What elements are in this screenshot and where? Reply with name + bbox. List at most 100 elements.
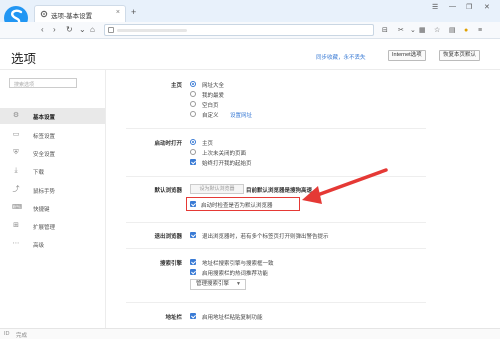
option-label: 我的最爱 bbox=[202, 93, 225, 99]
mouse-gesture-icon: ⤴ bbox=[12, 186, 20, 193]
sync-link[interactable]: 同步收藏，永不丢失 bbox=[316, 53, 366, 61]
forward-icon[interactable]: › bbox=[53, 25, 56, 35]
section-title-exit: 退出浏览器 bbox=[154, 234, 182, 240]
more-icon: ⋯ bbox=[12, 240, 20, 247]
sidebar-item-extensions[interactable]: ⊞ 扩展管理 bbox=[0, 218, 105, 234]
sidebar-item-label: 快捷键 bbox=[33, 207, 50, 213]
radio-startup-1[interactable] bbox=[190, 139, 196, 145]
checkbox-startup-page[interactable] bbox=[190, 159, 196, 165]
minimize-button[interactable]: — bbox=[449, 3, 456, 10]
checkbox-hot-words[interactable] bbox=[190, 269, 196, 275]
radio-homepage-2[interactable] bbox=[190, 91, 196, 97]
option-label: 网址大全 bbox=[202, 83, 225, 89]
option-label: 空白页 bbox=[202, 103, 219, 109]
menu-lines-icon[interactable]: ≡ bbox=[478, 26, 482, 35]
scissors-icon[interactable]: ✂ bbox=[398, 26, 404, 35]
section-title-startup: 启动时打开 bbox=[154, 141, 182, 147]
search-input[interactable]: 搜索选项 bbox=[9, 78, 77, 88]
address-bar[interactable] bbox=[104, 24, 374, 36]
page-header: 选项 同步收藏，永不丢失 Internet选项 恢复本页默认 bbox=[0, 40, 500, 70]
option-label: 地址栏搜索引擎与搜索框一致 bbox=[202, 261, 274, 267]
divider bbox=[126, 248, 426, 249]
checkbox-exit-warning[interactable] bbox=[190, 232, 196, 238]
radio-startup-2[interactable] bbox=[190, 149, 196, 155]
option-label: 上次未关闭的页面 bbox=[202, 151, 247, 157]
new-tab-button[interactable]: + bbox=[131, 7, 136, 17]
option-label: 始终打开我的起始页 bbox=[202, 161, 252, 167]
internet-options-button[interactable]: Internet选项 bbox=[388, 50, 426, 61]
gear-icon bbox=[40, 10, 48, 18]
sidebar-item-shortcuts[interactable]: ⌨ 快捷键 bbox=[0, 200, 105, 216]
navigation-bar: ‹ › ↻ ⌄ ⌂ ⊟ ✂ ⌄ ▦ ☆ ▤ ● ≡ bbox=[0, 22, 500, 39]
home-icon[interactable]: ⌂ bbox=[90, 25, 95, 35]
default-browser-note: 目前默认浏览器是搜狗高速 bbox=[246, 188, 313, 194]
option-label: 启用地址栏粘贴复制功能 bbox=[202, 315, 263, 321]
star-icon[interactable]: ☆ bbox=[434, 26, 440, 35]
menu-icon[interactable]: ☰ bbox=[432, 3, 438, 11]
gear-icon: ⚙ bbox=[12, 112, 20, 119]
sidebar-item-advanced[interactable]: ⋯ 高级 bbox=[0, 236, 105, 252]
divider bbox=[126, 128, 426, 129]
sidebar-item-label: 基本设置 bbox=[33, 115, 56, 121]
back-icon[interactable]: ‹ bbox=[41, 25, 44, 35]
grid-icon[interactable]: ▦ bbox=[419, 26, 426, 35]
chevron-down-icon[interactable]: ⌄ bbox=[410, 26, 416, 35]
dropdown-label: 管理搜索引擎 bbox=[196, 281, 230, 287]
keyboard-icon: ⌨ bbox=[12, 204, 23, 211]
lock-icon bbox=[108, 27, 114, 33]
option-label: 自定义 bbox=[202, 113, 219, 119]
sidebar-item-download[interactable]: ⤓ 下载 bbox=[0, 163, 105, 179]
title-bar: 选项-基本设置 × + ☰ — ❐ ✕ bbox=[0, 0, 500, 30]
address-text bbox=[117, 29, 187, 32]
checkbox-address-paste[interactable] bbox=[190, 313, 196, 319]
sidebar-item-label: 鼠标手势 bbox=[33, 189, 56, 195]
sidebar-item-label: 下载 bbox=[33, 170, 45, 176]
sidebar-item-label: 安全设置 bbox=[33, 152, 56, 158]
maximize-button[interactable]: ❐ bbox=[466, 3, 472, 11]
settings-content: 主页 网址大全 我的最爱 空白页 自定义 设置网址 启动时打开 主页 上次未关闭… bbox=[106, 70, 500, 328]
restore-defaults-button[interactable]: 恢复本页默认 bbox=[439, 50, 481, 61]
option-label: 启用搜索栏的热词推荐功能 bbox=[202, 271, 269, 277]
radio-homepage-3[interactable] bbox=[190, 101, 196, 107]
chevron-down-icon: ▼ bbox=[236, 281, 241, 287]
divider bbox=[126, 222, 426, 223]
sidebar-item-tabs[interactable]: ▭ 标签设置 bbox=[0, 127, 105, 143]
coin-icon[interactable]: ● bbox=[464, 26, 468, 35]
sidebar-item-label: 扩展管理 bbox=[33, 225, 56, 231]
sidebar: 搜索选项 ⚙ 基本设置 ▭ 标签设置 ⛨ 安全设置 ⤓ 下载 ⤴ 鼠标手势 ⌨ … bbox=[0, 70, 106, 328]
sidebar-item-label: 高级 bbox=[33, 243, 45, 249]
tab-close-icon[interactable]: × bbox=[116, 9, 120, 16]
status-bar: ID 完成 bbox=[0, 328, 500, 339]
page-icon[interactable]: ▤ bbox=[449, 26, 456, 35]
radio-homepage-1[interactable] bbox=[190, 81, 196, 87]
manage-search-engine-dropdown[interactable]: 管理搜索引擎 ▼ bbox=[190, 279, 246, 290]
tab-icon: ▭ bbox=[12, 131, 20, 138]
close-window-button[interactable]: ✕ bbox=[484, 3, 490, 11]
page-title: 选项 bbox=[11, 52, 37, 66]
sidebar-item-basic[interactable]: ⚙ 基本设置 bbox=[0, 108, 105, 124]
section-title-address-bar: 地址栏 bbox=[165, 315, 182, 321]
divider bbox=[126, 176, 426, 177]
sidebar-item-label: 标签设置 bbox=[33, 134, 56, 140]
reader-icon[interactable]: ⊟ bbox=[382, 26, 388, 35]
status-text: 完成 bbox=[16, 333, 28, 339]
download-icon: ⤓ bbox=[14, 167, 18, 174]
section-title-default-browser: 默认浏览器 bbox=[154, 188, 182, 194]
extension-icon: ⊞ bbox=[13, 222, 19, 229]
refresh-icon[interactable]: ↻ bbox=[66, 25, 73, 35]
checkbox-check-default[interactable] bbox=[190, 201, 196, 207]
option-label: 主页 bbox=[202, 141, 214, 147]
sidebar-item-mouse-gesture[interactable]: ⤴ 鼠标手势 bbox=[0, 182, 105, 198]
radio-homepage-4[interactable] bbox=[190, 111, 196, 117]
divider bbox=[126, 302, 426, 303]
status-id: ID bbox=[4, 331, 10, 337]
history-dropdown-icon[interactable]: ⌄ bbox=[79, 25, 86, 35]
checkbox-search-sync[interactable] bbox=[190, 259, 196, 265]
tab-settings[interactable]: 选项-基本设置 × bbox=[34, 5, 126, 22]
sidebar-item-security[interactable]: ⛨ 安全设置 bbox=[0, 145, 105, 161]
search-placeholder: 搜索选项 bbox=[14, 82, 35, 88]
set-default-browser-button[interactable]: 设为默认浏览器 bbox=[190, 184, 244, 194]
set-url-link[interactable]: 设置网址 bbox=[230, 111, 252, 119]
option-label: 启动时检查是否为默认浏览器 bbox=[201, 203, 273, 209]
shield-icon: ⛨ bbox=[13, 149, 19, 156]
